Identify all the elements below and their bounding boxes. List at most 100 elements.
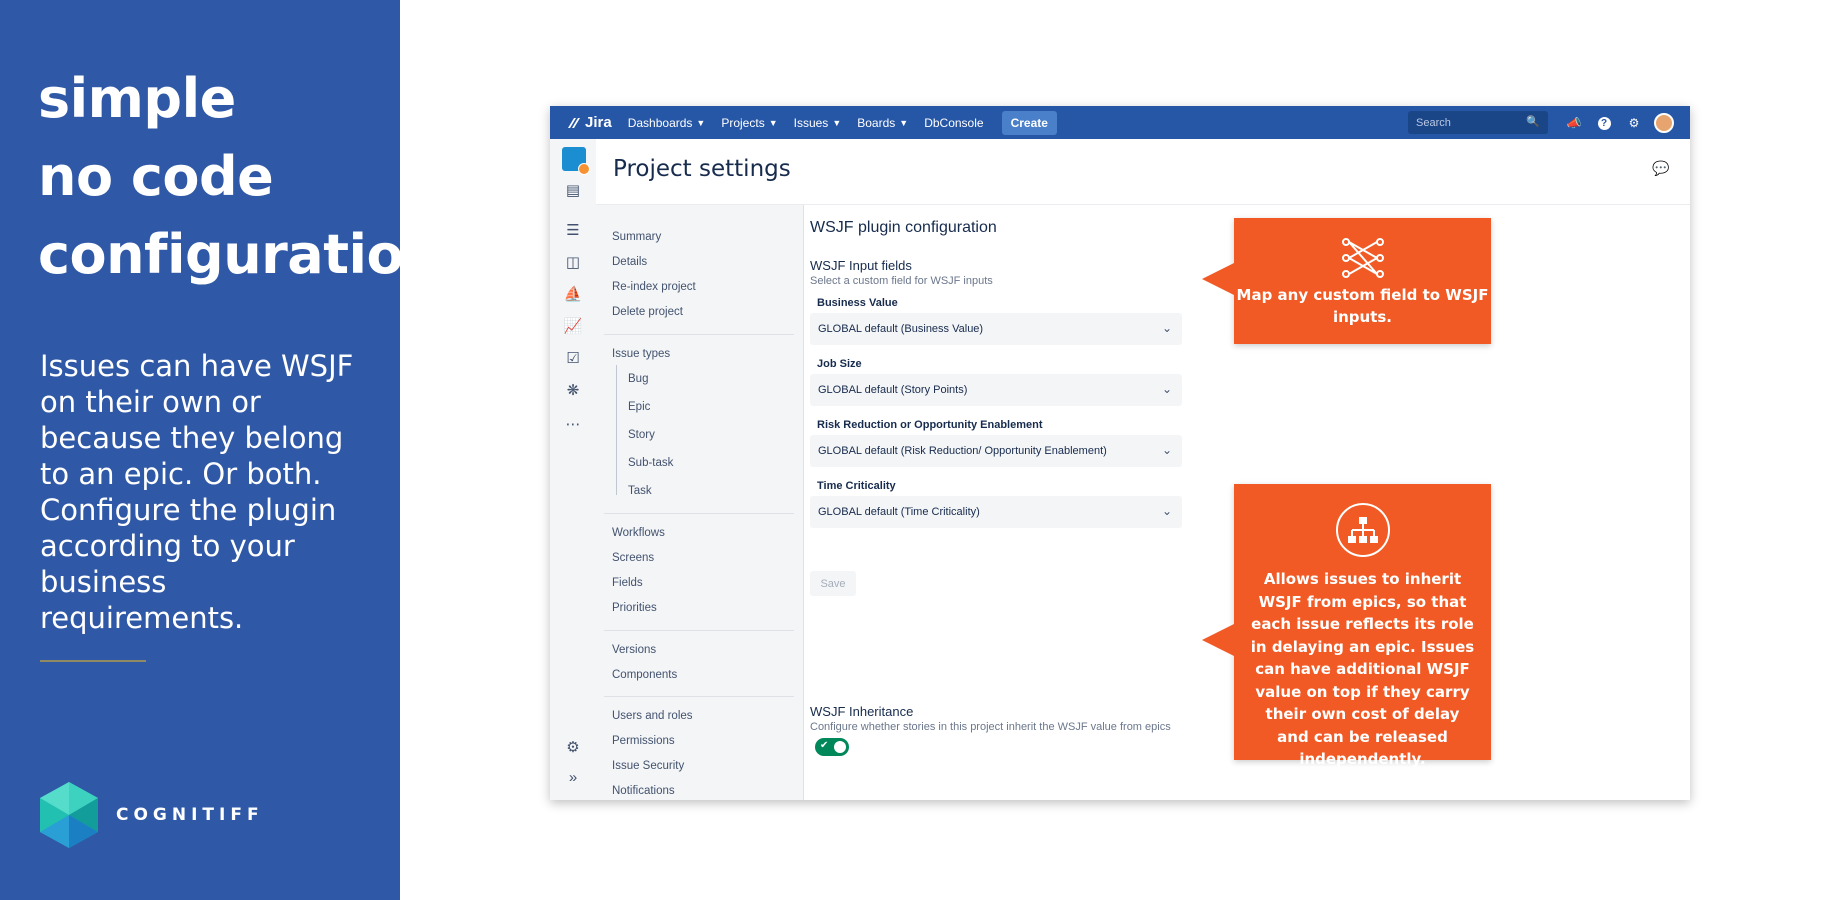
slide-divider bbox=[40, 660, 146, 662]
job-size-label: Job Size bbox=[817, 358, 862, 370]
board-icon[interactable]: ☰ bbox=[562, 219, 584, 241]
risk-reduction-value: GLOBAL default (Risk Reduction/ Opportun… bbox=[818, 445, 1107, 457]
more-icon[interactable]: ⋯ bbox=[562, 413, 584, 435]
cognitiff-logo: COGNITIFF bbox=[38, 780, 264, 850]
business-value-label: Business Value bbox=[817, 297, 898, 309]
nav-boards[interactable]: Boards ▼ bbox=[857, 116, 908, 130]
inputs-heading: WSJF Input fields bbox=[810, 258, 912, 273]
settings-nav-users-roles[interactable]: Users and roles bbox=[612, 710, 693, 722]
business-value-value: GLOBAL default (Business Value) bbox=[818, 323, 984, 335]
settings-nav-summary[interactable]: Summary bbox=[612, 231, 661, 243]
save-button[interactable]: Save bbox=[810, 571, 856, 596]
time-criticality-select[interactable]: GLOBAL default (Time Criticality) ⌄ bbox=[810, 496, 1182, 528]
slide-headline: simple no code configuration bbox=[38, 60, 442, 294]
settings-nav-workflows[interactable]: Workflows bbox=[612, 527, 665, 539]
inputs-subheading: Select a custom field for WSJF inputs bbox=[810, 275, 993, 287]
settings-nav-story[interactable]: Story bbox=[628, 429, 655, 441]
settings-nav-fields[interactable]: Fields bbox=[612, 577, 643, 589]
mapping-callout-text: Map any custom field to WSJF inputs. bbox=[1236, 286, 1489, 326]
nav-divider bbox=[604, 334, 794, 335]
slide-left-panel: simple no code configuration Issues can … bbox=[0, 0, 442, 900]
headline-line-3: configuration bbox=[38, 223, 442, 286]
feedback-icon[interactable]: 💬 bbox=[1652, 160, 1670, 178]
nav-divider bbox=[604, 513, 794, 514]
search-input[interactable]: Search 🔍 bbox=[1408, 111, 1548, 134]
chevron-down-icon: ⌄ bbox=[1161, 321, 1172, 335]
nav-boards-label: Boards bbox=[857, 115, 896, 130]
inheritance-subheading: Configure whether stories in this projec… bbox=[810, 721, 1171, 733]
settings-nav-notifications[interactable]: Notifications bbox=[612, 785, 675, 797]
settings-nav-delete[interactable]: Delete project bbox=[612, 306, 683, 318]
settings-nav-task[interactable]: Task bbox=[628, 485, 652, 497]
logo-text: COGNITIFF bbox=[116, 805, 264, 825]
releases-icon[interactable]: ⛵ bbox=[562, 283, 584, 305]
reports-icon[interactable]: 📈 bbox=[562, 315, 584, 337]
slide-blurb: Issues can have WSJF on their own or bec… bbox=[40, 349, 354, 635]
mapping-icon bbox=[1341, 238, 1384, 278]
job-size-value: GLOBAL default (Story Points) bbox=[818, 384, 968, 396]
project-badge-icon bbox=[578, 163, 590, 175]
page-title: Project settings bbox=[613, 156, 791, 182]
headline-line-2: no code bbox=[38, 145, 274, 208]
chevron-down-icon: ⌄ bbox=[1161, 382, 1172, 396]
settings-nav-components[interactable]: Components bbox=[612, 669, 677, 681]
settings-nav-reindex[interactable]: Re-index project bbox=[612, 281, 696, 293]
settings-nav-permissions[interactable]: Permissions bbox=[612, 735, 675, 747]
time-criticality-value: GLOBAL default (Time Criticality) bbox=[818, 506, 980, 518]
gear-icon[interactable]: ⚙ bbox=[1626, 115, 1642, 131]
nav-divider bbox=[604, 696, 794, 697]
jira-logo[interactable]: Jira bbox=[566, 114, 612, 131]
chevron-down-icon: ⌄ bbox=[1161, 443, 1172, 457]
settings-nav-subtask[interactable]: Sub-task bbox=[628, 457, 673, 469]
settings-nav-epic[interactable]: Epic bbox=[628, 401, 650, 413]
chevron-down-icon: ▼ bbox=[696, 117, 706, 128]
job-size-select[interactable]: GLOBAL default (Story Points) ⌄ bbox=[810, 374, 1182, 406]
inheritance-toggle[interactable]: ✔ bbox=[815, 738, 849, 756]
settings-nav-issue-security[interactable]: Issue Security bbox=[612, 760, 684, 772]
inheritance-callout-text: Allows issues to inherit WSJF from epics… bbox=[1250, 570, 1475, 768]
expand-sidebar-icon[interactable]: » bbox=[562, 766, 584, 788]
settings-nav-priorities[interactable]: Priorities bbox=[612, 602, 657, 614]
time-criticality-label: Time Criticality bbox=[817, 480, 896, 492]
config-title: WSJF plugin configuration bbox=[810, 219, 997, 236]
chevron-down-icon: ▼ bbox=[899, 117, 909, 128]
settings-nav-versions[interactable]: Versions bbox=[612, 644, 656, 656]
settings-nav-screens[interactable]: Screens bbox=[612, 552, 654, 564]
business-value-select[interactable]: GLOBAL default (Business Value) ⌄ bbox=[810, 313, 1182, 345]
jira-window: Jira Dashboards ▼ Projects ▼ Issues ▼ Board… bbox=[550, 106, 1690, 800]
project-settings-icon[interactable]: ⚙ bbox=[562, 736, 584, 758]
jira-logo-text: Jira bbox=[585, 114, 612, 131]
issues-icon[interactable]: ☑ bbox=[562, 347, 584, 369]
avatar[interactable] bbox=[1654, 113, 1674, 133]
nav-dbconsole[interactable]: DbConsole bbox=[924, 116, 983, 130]
nav-projects[interactable]: Projects ▼ bbox=[721, 116, 777, 130]
project-sidebar: ▤ ☰ ◫ ⛵ 📈 ☑ ❋ ⋯ ⚙ » bbox=[550, 139, 596, 800]
chevron-down-icon: ⌄ bbox=[1161, 504, 1172, 518]
settings-nav: Summary Details Re-index project Delete … bbox=[596, 205, 804, 800]
mapping-callout: Map any custom field to WSJF inputs. bbox=[1202, 218, 1491, 344]
nav-dashboards[interactable]: Dashboards ▼ bbox=[628, 116, 706, 130]
jira-topbar: Jira Dashboards ▼ Projects ▼ Issues ▼ Board… bbox=[550, 106, 1690, 139]
headline-line-1: simple bbox=[38, 67, 236, 130]
nav-issues-label: Issues bbox=[793, 115, 829, 130]
chevron-down-icon: ▼ bbox=[768, 117, 778, 128]
nav-issues[interactable]: Issues ▼ bbox=[794, 116, 842, 130]
project-avatar[interactable] bbox=[562, 147, 590, 175]
help-icon[interactable]: ? bbox=[1596, 115, 1612, 131]
columns-icon[interactable]: ◫ bbox=[562, 251, 584, 273]
nav-dbconsole-label: DbConsole bbox=[924, 115, 984, 130]
settings-nav-issue-types[interactable]: Issue types bbox=[612, 348, 670, 360]
settings-nav-details[interactable]: Details bbox=[612, 256, 647, 268]
nav-divider bbox=[604, 630, 794, 631]
risk-reduction-select[interactable]: GLOBAL default (Risk Reduction/ Opportun… bbox=[810, 435, 1182, 467]
addons-icon[interactable]: ❋ bbox=[562, 379, 584, 401]
backlog-icon[interactable]: ▤ bbox=[562, 179, 584, 201]
tree-line bbox=[616, 365, 617, 495]
settings-nav-bug[interactable]: Bug bbox=[628, 373, 648, 385]
toggle-knob bbox=[834, 741, 846, 753]
notifications-icon[interactable]: 📣 bbox=[1566, 115, 1582, 131]
create-button[interactable]: Create bbox=[1001, 110, 1057, 135]
cognitiff-hex-icon bbox=[40, 782, 98, 848]
inheritance-heading: WSJF Inheritance bbox=[810, 704, 914, 719]
chevron-down-icon: ▼ bbox=[832, 117, 842, 128]
